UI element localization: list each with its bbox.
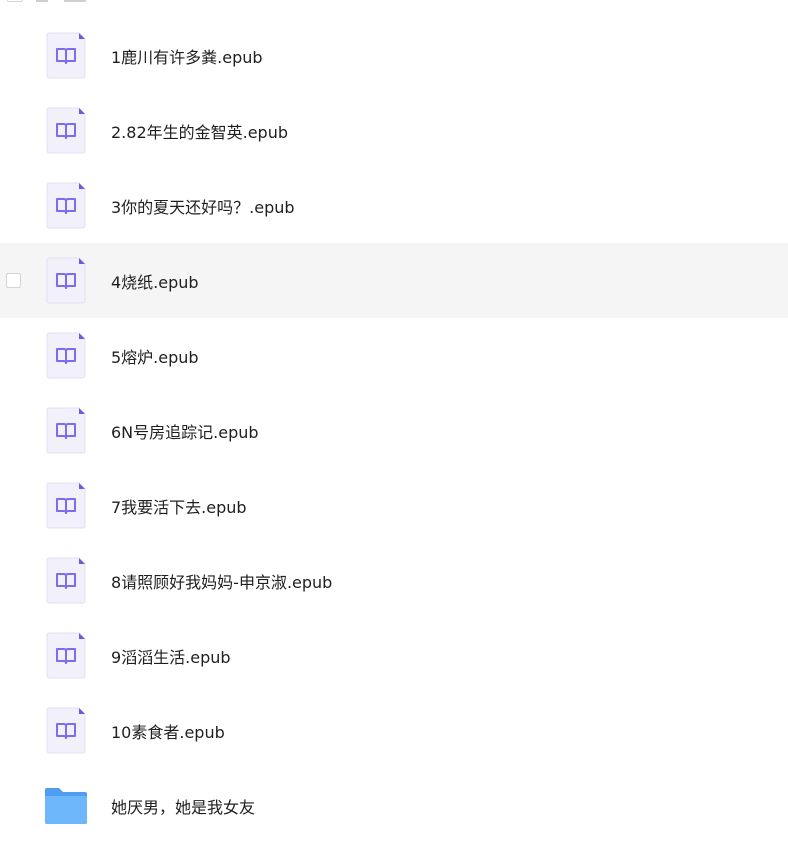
epub-file-icon — [46, 107, 86, 153]
epub-file-icon — [46, 407, 86, 453]
file-name[interactable]: 4烧纸.epub — [111, 269, 199, 293]
epub-file-icon — [46, 32, 86, 78]
file-row[interactable]: 7我要活下去.epub — [0, 468, 788, 543]
folder-row[interactable]: 她厌男，她是我女友 — [0, 768, 788, 843]
file-row[interactable]: 9滔滔生活.epub — [0, 618, 788, 693]
epub-file-icon — [46, 557, 86, 603]
folder-icon — [45, 787, 87, 824]
select-all-checkbox[interactable] — [7, 0, 23, 2]
file-name[interactable]: 2.82年生的金智英.epub — [111, 119, 288, 143]
file-name[interactable]: 8请照顾好我妈妈-申京淑.epub — [111, 569, 332, 593]
file-row[interactable]: 4烧纸.epub — [0, 243, 788, 318]
epub-file-icon — [46, 632, 86, 678]
file-row[interactable]: 10素食者.epub — [0, 693, 788, 768]
file-row[interactable]: 3你的夏天还好吗？.epub — [0, 168, 788, 243]
file-name[interactable]: 10素食者.epub — [111, 719, 225, 743]
list-header — [0, 0, 788, 6]
file-row[interactable]: 8请照顾好我妈妈-申京淑.epub — [0, 543, 788, 618]
file-name[interactable]: 9滔滔生活.epub — [111, 644, 231, 668]
folder-name[interactable]: 她厌男，她是我女友 — [111, 794, 255, 818]
file-list: 1鹿川有许多粪.epub 2.82年生的金智英.epub 3你的夏天还好吗？.e… — [0, 18, 788, 843]
header-icon — [36, 0, 48, 2]
file-name[interactable]: 3你的夏天还好吗？.epub — [111, 194, 295, 218]
file-row[interactable]: 2.82年生的金智英.epub — [0, 93, 788, 168]
file-name[interactable]: 7我要活下去.epub — [111, 494, 247, 518]
file-name[interactable]: 6N号房追踪记.epub — [111, 419, 259, 443]
file-row[interactable]: 1鹿川有许多粪.epub — [0, 18, 788, 93]
epub-file-icon — [46, 707, 86, 753]
epub-file-icon — [46, 332, 86, 378]
header-label — [64, 0, 86, 2]
row-checkbox[interactable] — [6, 272, 21, 288]
file-name[interactable]: 1鹿川有许多粪.epub — [111, 44, 263, 68]
file-name[interactable]: 5熔炉.epub — [111, 344, 199, 368]
file-row[interactable]: 5熔炉.epub — [0, 318, 788, 393]
epub-file-icon — [46, 182, 86, 228]
epub-file-icon — [46, 257, 86, 303]
epub-file-icon — [46, 482, 86, 528]
file-row[interactable]: 6N号房追踪记.epub — [0, 393, 788, 468]
